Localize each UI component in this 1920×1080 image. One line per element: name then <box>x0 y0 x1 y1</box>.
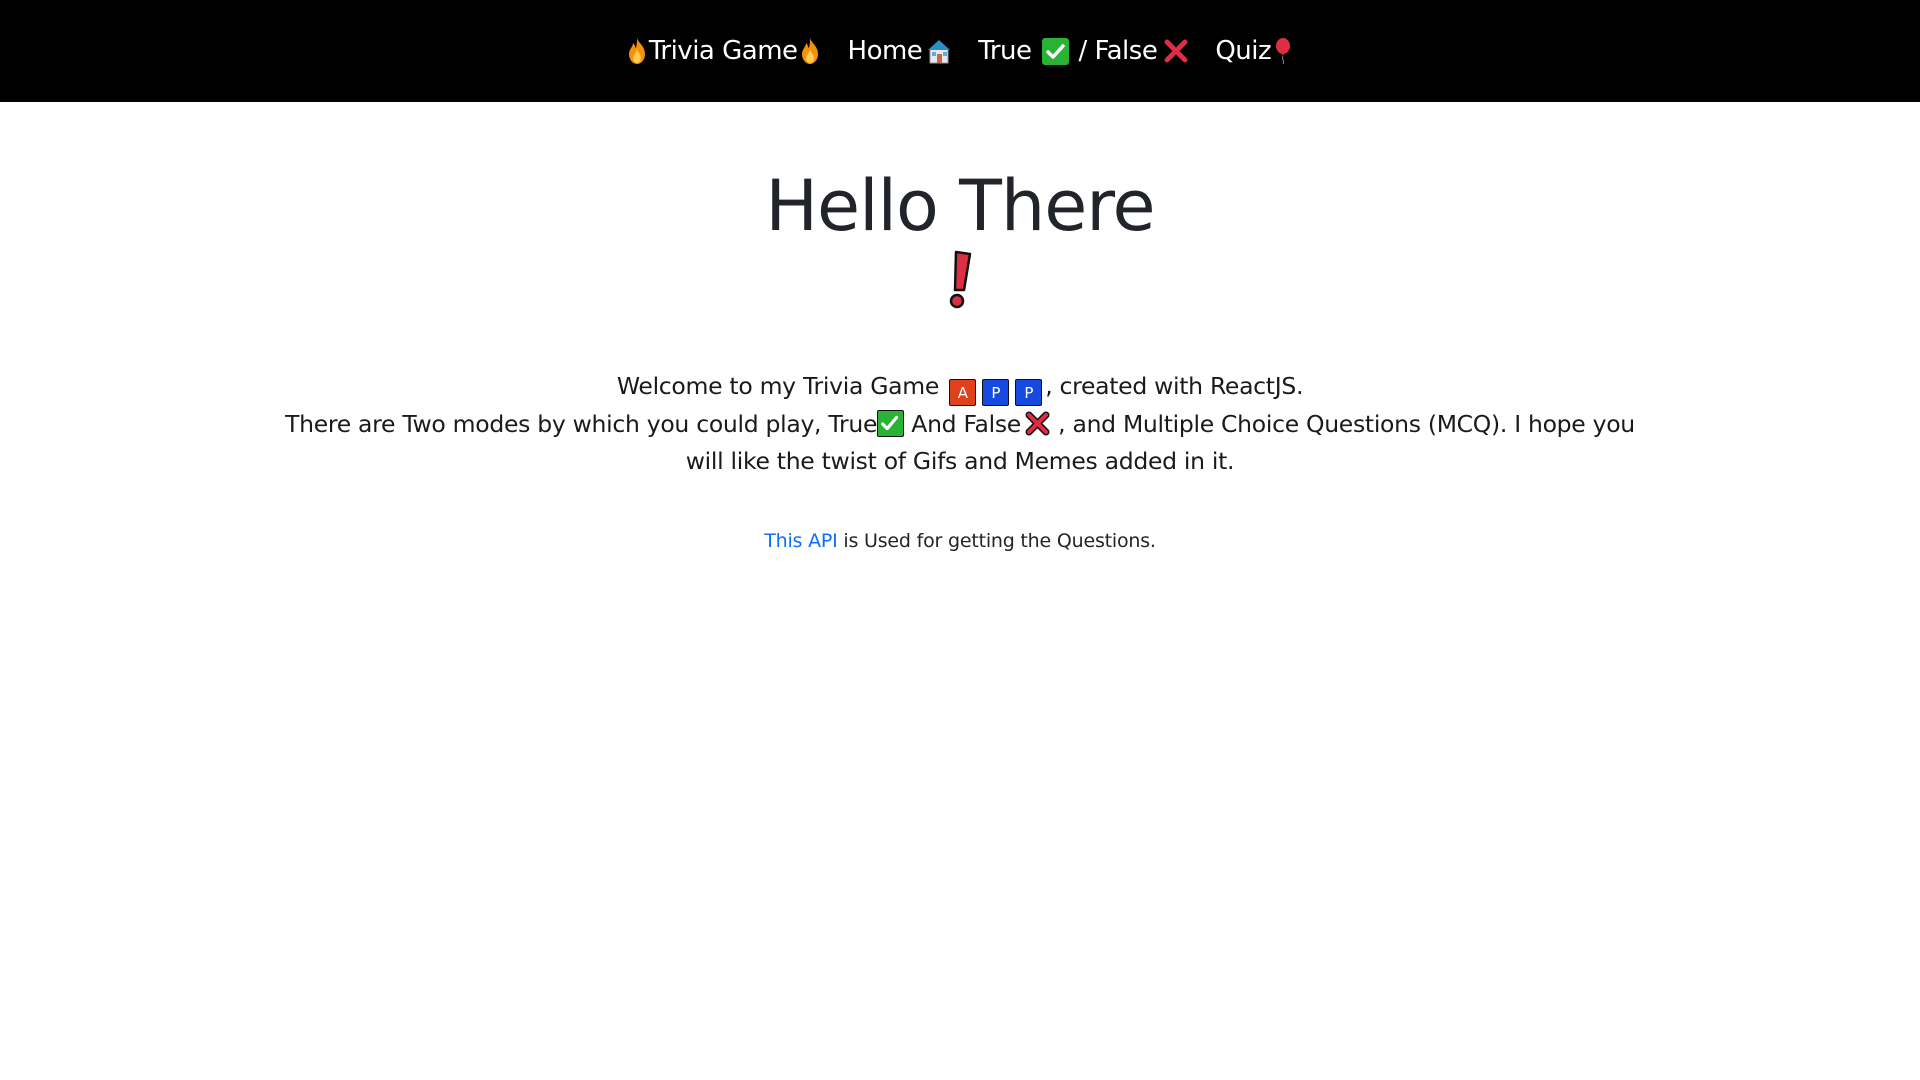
exclamation-icon <box>940 250 980 312</box>
balloon-icon <box>1271 37 1295 65</box>
cross-mark-icon <box>1024 410 1051 437</box>
intro-line-2: There are Two modes by which you could p… <box>280 406 1640 480</box>
intro-text: Welcome to my Trivia Game APP, created w… <box>0 368 1920 480</box>
nav-home[interactable]: Home <box>848 36 953 66</box>
fire-icon <box>798 37 822 65</box>
nav-quiz-label: Quiz <box>1215 36 1272 66</box>
intro-line-2-part2: And False <box>904 410 1021 438</box>
api-line-suffix: is Used for getting the Questions. <box>837 530 1156 552</box>
api-link[interactable]: This API <box>764 530 838 552</box>
nav-true-false[interactable]: True / False <box>978 36 1189 66</box>
brand-label: Trivia Game <box>648 36 798 66</box>
letter-p-icon: P <box>1015 379 1043 406</box>
intro-line-1: Welcome to my Trivia Game APP, created w… <box>0 368 1920 406</box>
main-content: Hello There Welcome to my Trivia Game AP… <box>0 102 1920 552</box>
intro-line-1-prefix: Welcome to my Trivia Game <box>616 372 940 400</box>
nav-home-label: Home <box>847 36 923 66</box>
letter-p-icon: P <box>982 379 1010 406</box>
intro-line-1-suffix: , created with ReactJS. <box>1045 372 1304 400</box>
top-navbar: Trivia Game Home True / False Quiz <box>0 0 1920 102</box>
check-mark-icon <box>877 410 905 437</box>
check-mark-icon <box>1041 37 1069 65</box>
fire-icon <box>625 37 649 65</box>
house-icon <box>926 37 952 65</box>
nav-true-label: True <box>978 36 1032 66</box>
letter-a-icon: A <box>949 379 977 406</box>
nav-quiz[interactable]: Quiz <box>1215 36 1295 66</box>
brand-link[interactable]: Trivia Game <box>625 36 822 66</box>
nav-false-label: / False <box>1078 36 1158 66</box>
api-info: This API is Used for getting the Questio… <box>0 530 1920 552</box>
intro-line-2-part1: There are Two modes by which you could p… <box>285 410 878 438</box>
page-title: Hello There <box>765 165 1155 247</box>
cross-mark-icon <box>1163 38 1189 64</box>
